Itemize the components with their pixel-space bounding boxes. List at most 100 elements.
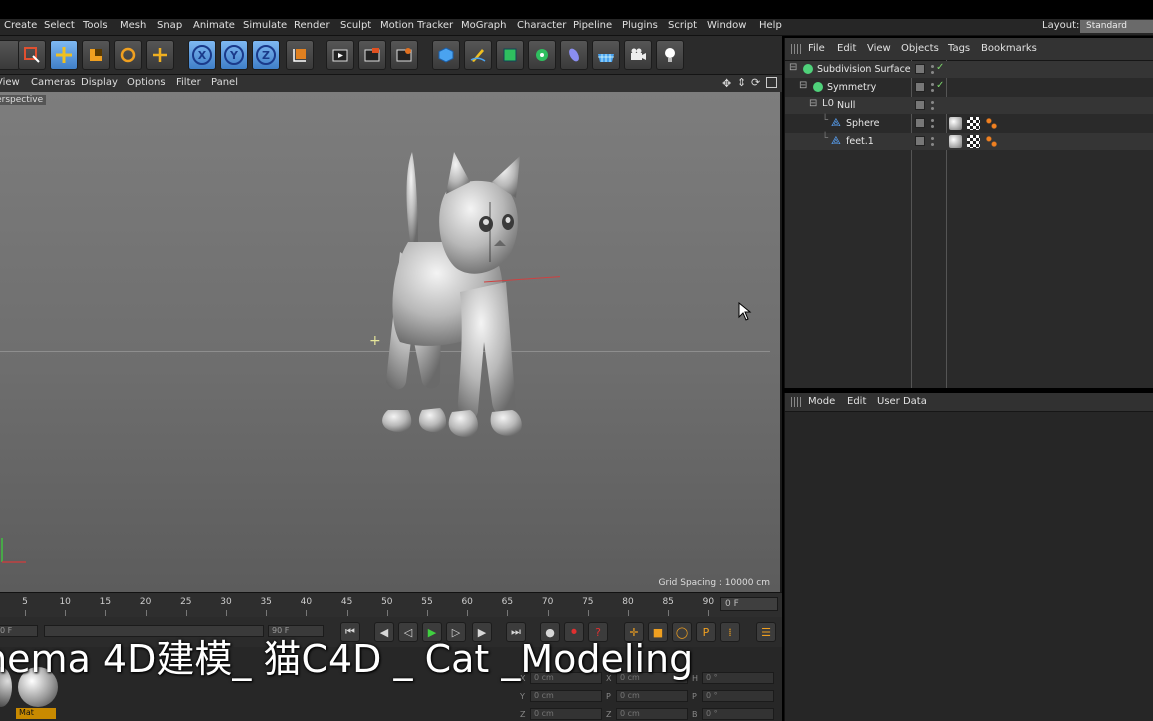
render-settings-icon[interactable] bbox=[390, 40, 418, 70]
phong-tag-icon[interactable] bbox=[985, 135, 998, 148]
layer-flag-icon[interactable] bbox=[915, 82, 925, 92]
rotate-icon[interactable] bbox=[114, 40, 142, 70]
menu-motion-tracker[interactable]: Motion Tracker bbox=[380, 20, 453, 31]
viewport-menu-filter[interactable]: Filter bbox=[176, 77, 201, 88]
deformer-icon[interactable] bbox=[560, 40, 588, 70]
viewport-rotate-icon[interactable]: ⟳ bbox=[751, 76, 760, 89]
obj-menu-view[interactable]: View bbox=[867, 43, 891, 54]
size-p-field[interactable]: 0 cm bbox=[616, 690, 688, 702]
obj-menu-objects[interactable]: Objects bbox=[901, 43, 939, 54]
floor-icon[interactable] bbox=[592, 40, 620, 70]
visibility-dot-icon[interactable] bbox=[931, 125, 934, 128]
object-name[interactable]: Null bbox=[837, 100, 855, 111]
menu-tools[interactable]: Tools bbox=[83, 20, 108, 31]
z-axis-icon[interactable]: Z bbox=[252, 40, 280, 70]
menu-help[interactable]: Help bbox=[759, 20, 782, 31]
attr-menu-user-data[interactable]: User Data bbox=[877, 396, 927, 407]
world-coord-icon[interactable] bbox=[286, 40, 314, 70]
layer-flag-icon[interactable] bbox=[915, 136, 925, 146]
cloner-icon[interactable] bbox=[528, 40, 556, 70]
obj-menu-edit[interactable]: Edit bbox=[837, 43, 856, 54]
visibility-dot-icon[interactable] bbox=[931, 107, 934, 110]
layout-dropdown[interactable]: Standard bbox=[1080, 20, 1153, 33]
layer-flag-icon[interactable] bbox=[915, 64, 925, 74]
tree-row-sphere[interactable]: └ ⟁ Sphere bbox=[785, 115, 1153, 132]
move-icon[interactable] bbox=[50, 40, 78, 70]
menu-character[interactable]: Character bbox=[517, 20, 566, 31]
material-tag-icon[interactable] bbox=[949, 135, 962, 148]
panel-grip-icon[interactable] bbox=[791, 397, 801, 407]
viewport-menu-panel[interactable]: Panel bbox=[211, 77, 238, 88]
subdivision-icon[interactable] bbox=[496, 40, 524, 70]
attr-menu-edit[interactable]: Edit bbox=[847, 396, 866, 407]
attr-menu-mode[interactable]: Mode bbox=[808, 396, 835, 407]
viewport-menu-view[interactable]: View bbox=[0, 77, 20, 88]
visibility-dot-icon[interactable] bbox=[931, 137, 934, 140]
rot-p-field[interactable]: 0 ° bbox=[702, 690, 774, 702]
pen-icon[interactable] bbox=[464, 40, 492, 70]
menu-script[interactable]: Script bbox=[668, 20, 697, 31]
menu-plugins[interactable]: Plugins bbox=[622, 20, 658, 31]
menu-snap[interactable]: Snap bbox=[157, 20, 182, 31]
enabled-check-icon[interactable]: ✓ bbox=[936, 80, 944, 91]
viewport-move-icon[interactable]: ✥ bbox=[722, 77, 731, 90]
menu-sculpt[interactable]: Sculpt bbox=[340, 20, 371, 31]
live-selection-icon[interactable] bbox=[18, 40, 46, 70]
cube-icon[interactable] bbox=[432, 40, 460, 70]
collapse-icon[interactable]: ⊟ bbox=[789, 62, 797, 73]
tree-row-subdivision-surface[interactable]: ⊟ Subdivision Surface ✓ bbox=[785, 61, 1153, 78]
cat-model[interactable] bbox=[360, 142, 560, 452]
texture-tag-icon[interactable] bbox=[967, 117, 980, 130]
render-view-icon[interactable] bbox=[326, 40, 354, 70]
obj-menu-tags[interactable]: Tags bbox=[948, 43, 970, 54]
menu-select[interactable]: Select bbox=[44, 20, 75, 31]
visibility-dot-icon[interactable] bbox=[931, 65, 934, 68]
tree-row-null[interactable]: ⊟ L0 Null bbox=[785, 97, 1153, 114]
menu-create[interactable]: Create bbox=[4, 20, 37, 31]
phong-tag-icon[interactable] bbox=[985, 117, 998, 130]
pos-y-field[interactable]: 0 cm bbox=[530, 690, 602, 702]
viewport-zoom-icon[interactable]: ⇕ bbox=[737, 76, 746, 89]
add-object-icon[interactable] bbox=[146, 40, 174, 70]
menu-window[interactable]: Window bbox=[707, 20, 746, 31]
timeline-ruler[interactable]: 5 10 15 20 25 30 35 40 45 50 55 60 65 70 75 80 85 90 0 F bbox=[0, 592, 782, 618]
obj-menu-file[interactable]: File bbox=[808, 43, 825, 54]
obj-menu-bookmarks[interactable]: Bookmarks bbox=[981, 43, 1037, 54]
camera-icon[interactable] bbox=[624, 40, 652, 70]
render-picture-icon[interactable] bbox=[358, 40, 386, 70]
undo-icon[interactable] bbox=[0, 40, 20, 70]
viewport-menu-cameras[interactable]: Cameras bbox=[31, 77, 75, 88]
layer-flag-icon[interactable] bbox=[915, 118, 925, 128]
layer-flag-icon[interactable] bbox=[915, 100, 925, 110]
visibility-dot-icon[interactable] bbox=[931, 143, 934, 146]
tree-row-feet-1[interactable]: └ ⟁ feet.1 bbox=[785, 133, 1153, 150]
tree-row-symmetry[interactable]: ⊟ Symmetry ✓ bbox=[785, 79, 1153, 96]
object-name[interactable]: Subdivision Surface bbox=[817, 64, 911, 75]
panel-grip-icon[interactable] bbox=[791, 44, 801, 54]
rot-h-field[interactable]: 0 ° bbox=[702, 672, 774, 684]
scale-icon[interactable] bbox=[82, 40, 110, 70]
texture-tag-icon[interactable] bbox=[967, 135, 980, 148]
y-axis-icon[interactable]: Y bbox=[220, 40, 248, 70]
viewport-maximize-icon[interactable] bbox=[766, 77, 777, 88]
menu-render[interactable]: Render bbox=[294, 20, 330, 31]
visibility-dot-icon[interactable] bbox=[931, 89, 934, 92]
menu-mesh[interactable]: Mesh bbox=[120, 20, 146, 31]
menu-animate[interactable]: Animate bbox=[193, 20, 235, 31]
object-name[interactable]: feet.1 bbox=[846, 136, 874, 147]
collapse-icon[interactable]: ⊟ bbox=[799, 80, 807, 91]
x-axis-icon[interactable]: X bbox=[188, 40, 216, 70]
object-name[interactable]: Sphere bbox=[846, 118, 879, 129]
key-param-icon[interactable]: P bbox=[696, 622, 716, 642]
visibility-dot-icon[interactable] bbox=[931, 101, 934, 104]
current-frame-field[interactable]: 0 F bbox=[720, 597, 778, 611]
size-z-field[interactable]: 0 cm bbox=[616, 708, 688, 720]
visibility-dot-icon[interactable] bbox=[931, 71, 934, 74]
viewport-menu-display[interactable]: Display bbox=[81, 77, 118, 88]
visibility-dot-icon[interactable] bbox=[931, 119, 934, 122]
key-pla-icon[interactable]: ⁞ bbox=[720, 622, 740, 642]
visibility-dot-icon[interactable] bbox=[931, 83, 934, 86]
viewport-menu-options[interactable]: Options bbox=[127, 77, 166, 88]
menu-pipeline[interactable]: Pipeline bbox=[573, 20, 612, 31]
pos-z-field[interactable]: 0 cm bbox=[530, 708, 602, 720]
